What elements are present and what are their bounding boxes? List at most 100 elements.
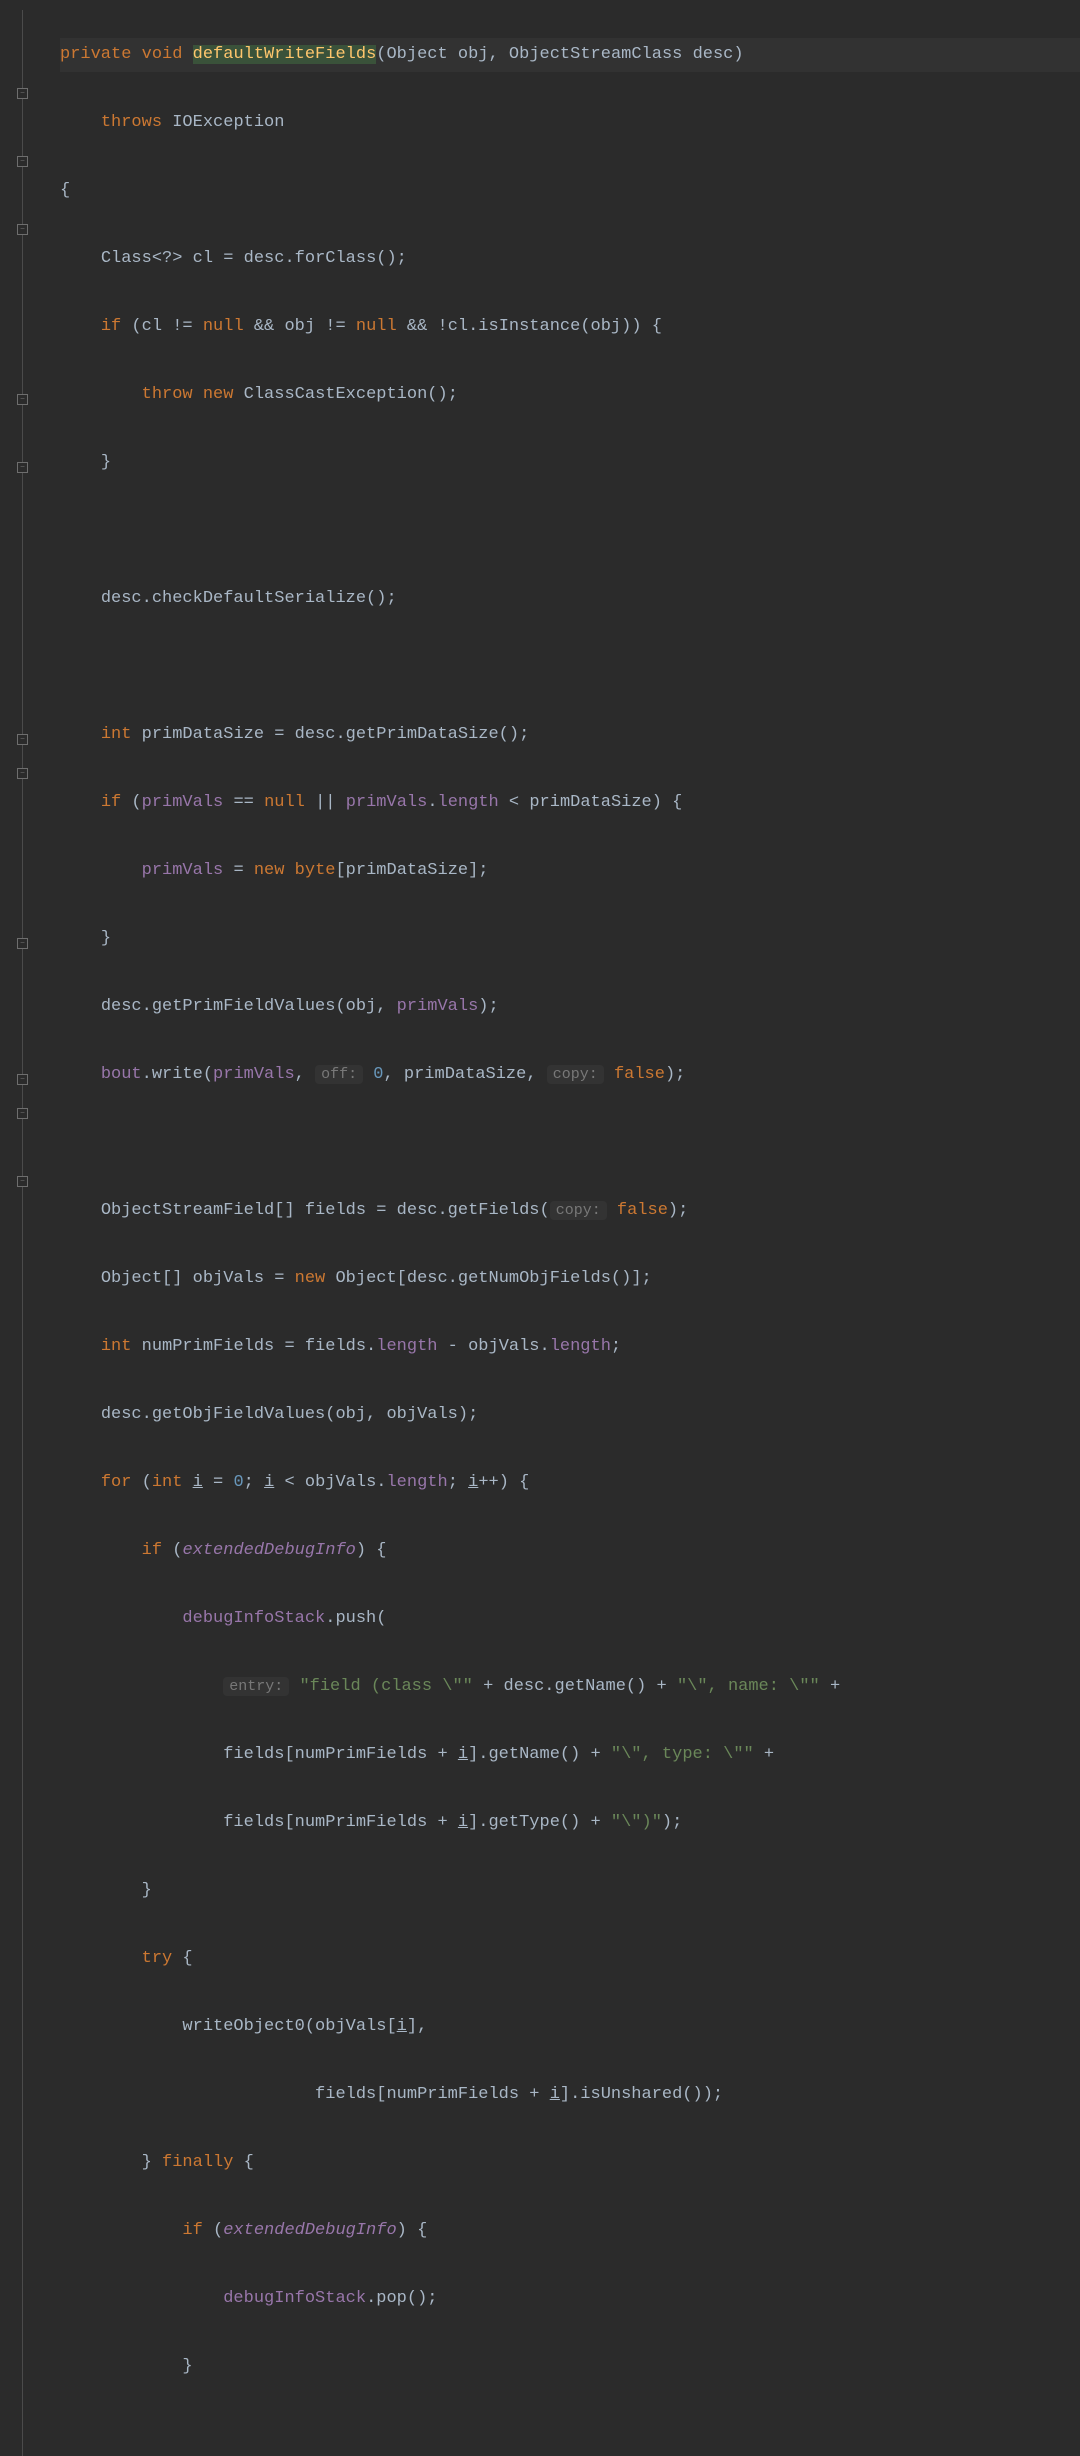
field: length <box>386 1473 447 1492</box>
code-line[interactable]: } <box>60 446 1080 480</box>
text: && obj != <box>244 317 356 336</box>
code-line[interactable]: private void defaultWriteFields(Object o… <box>60 38 1080 72</box>
text: < objVals. <box>274 1473 386 1492</box>
number: 0 <box>233 1473 243 1492</box>
text: .pop(); <box>366 2289 437 2308</box>
code-line[interactable]: try { <box>60 1942 1080 1976</box>
param: obj <box>458 45 489 64</box>
keyword: false <box>617 1201 668 1220</box>
fold-marker[interactable]: − <box>17 1074 28 1085</box>
code-line[interactable]: debugInfoStack.pop(); <box>60 2282 1080 2316</box>
text: ].getName() + <box>468 1745 611 1764</box>
text: (cl != <box>121 317 203 336</box>
param-hint: copy: <box>547 1065 604 1084</box>
code-line[interactable]: debugInfoStack.push( <box>60 1602 1080 1636</box>
text: ( <box>203 2221 223 2240</box>
code-line[interactable]: primVals = new byte[primDataSize]; <box>60 854 1080 888</box>
type: IOException <box>172 113 284 132</box>
field: primVals <box>142 793 224 812</box>
code-line[interactable]: entry: "field (class \"" + desc.getName(… <box>60 1670 1080 1704</box>
code-content[interactable]: private void defaultWriteFields(Object o… <box>30 0 1080 2456</box>
fold-marker[interactable]: − <box>17 156 28 167</box>
code-line[interactable]: Object[] objVals = new Object[desc.getNu… <box>60 1262 1080 1296</box>
code-line[interactable]: fields[numPrimFields + i].getName() + "\… <box>60 1738 1080 1772</box>
brace: } <box>101 929 111 948</box>
code-line[interactable]: desc.getObjFieldValues(obj, objVals); <box>60 1398 1080 1432</box>
code-line[interactable]: int primDataSize = desc.getPrimDataSize(… <box>60 718 1080 752</box>
code-line[interactable]: for (int i = 0; i < objVals.length; i++)… <box>60 1466 1080 1500</box>
text: desc.getPrimFieldValues(obj, <box>101 997 397 1016</box>
code-line[interactable]: } finally { <box>60 2146 1080 2180</box>
text: ( <box>121 793 141 812</box>
code-line[interactable]: writeObject0(objVals[i], <box>60 2010 1080 2044</box>
keyword: private <box>60 45 131 64</box>
var: i <box>193 1473 203 1492</box>
text: = <box>223 861 254 880</box>
text: fields[numPrimFields + <box>315 2085 550 2104</box>
brace: { <box>60 181 70 200</box>
fold-marker[interactable]: − <box>17 224 28 235</box>
code-line[interactable]: throws IOException <box>60 106 1080 140</box>
fold-marker[interactable]: − <box>17 938 28 949</box>
text: writeObject0(objVals[ <box>182 2017 396 2036</box>
code-line[interactable]: fields[numPrimFields + i].isUnshared()); <box>60 2078 1080 2112</box>
fold-marker[interactable]: − <box>17 88 28 99</box>
var: cl <box>193 249 213 268</box>
text <box>289 1677 299 1696</box>
code-line[interactable]: desc.checkDefaultSerialize(); <box>60 582 1080 616</box>
field: primVals <box>346 793 428 812</box>
text: ); <box>662 1813 682 1832</box>
field: extendedDebugInfo <box>182 1541 355 1560</box>
field: bout <box>101 1065 142 1084</box>
keyword: throws <box>101 113 162 132</box>
text <box>182 1473 192 1492</box>
keyword: int <box>101 725 132 744</box>
keyword: new <box>203 385 234 404</box>
code-line[interactable]: if (extendedDebugInfo) { <box>60 2214 1080 2248</box>
code-line[interactable]: } <box>60 1874 1080 1908</box>
var: i <box>468 1473 478 1492</box>
text: ].isUnshared()); <box>560 2085 723 2104</box>
code-line[interactable]: if (primVals == null || primVals.length … <box>60 786 1080 820</box>
code-line[interactable] <box>60 514 1080 548</box>
text: ) { <box>356 1541 387 1560</box>
text <box>604 1065 614 1084</box>
fold-marker[interactable]: − <box>17 1108 28 1119</box>
fold-guide <box>22 10 23 2456</box>
code-line[interactable]: } <box>60 2350 1080 2384</box>
code-line[interactable] <box>60 650 1080 684</box>
keyword: int <box>101 1337 132 1356</box>
fold-marker[interactable]: − <box>17 394 28 405</box>
fold-marker[interactable]: − <box>17 768 28 779</box>
code-line[interactable]: Class<?> cl = desc.forClass(); <box>60 242 1080 276</box>
text: ].getType() + <box>468 1813 611 1832</box>
code-line[interactable]: throw new ClassCastException(); <box>60 378 1080 412</box>
fold-marker[interactable]: − <box>17 734 28 745</box>
code-line[interactable]: bout.write(primVals, off: 0, primDataSiz… <box>60 1058 1080 1092</box>
code-line[interactable]: } <box>60 922 1080 956</box>
type: Object <box>386 45 447 64</box>
code-line[interactable]: { <box>60 174 1080 208</box>
number: 0 <box>373 1065 383 1084</box>
code-line[interactable]: desc.getPrimFieldValues(obj, primVals); <box>60 990 1080 1024</box>
text: ); <box>665 1065 685 1084</box>
keyword: throw <box>142 385 193 404</box>
code-line[interactable]: if (cl != null && obj != null && !cl.isI… <box>60 310 1080 344</box>
text: ; <box>611 1337 621 1356</box>
code-line[interactable]: int numPrimFields = fields.length - objV… <box>60 1330 1080 1364</box>
text: Object[] objVals = <box>101 1269 295 1288</box>
punct: ) <box>733 45 743 64</box>
fold-marker[interactable]: − <box>17 462 28 473</box>
field: primVals <box>213 1065 295 1084</box>
text: ( <box>131 1473 151 1492</box>
text: Object[desc.getNumObjFields()]; <box>325 1269 651 1288</box>
text: + <box>820 1677 840 1696</box>
text: ; <box>448 1473 468 1492</box>
text: = desc.forClass(); <box>213 249 407 268</box>
fold-marker[interactable]: − <box>17 1176 28 1187</box>
code-line[interactable]: ObjectStreamField[] fields = desc.getFie… <box>60 1194 1080 1228</box>
code-line[interactable]: if (extendedDebugInfo) { <box>60 1534 1080 1568</box>
code-line[interactable] <box>60 1126 1080 1160</box>
code-line[interactable]: fields[numPrimFields + i].getType() + "\… <box>60 1806 1080 1840</box>
code-editor[interactable]: − − − − − − − − − − − private void defau… <box>0 0 1080 2456</box>
